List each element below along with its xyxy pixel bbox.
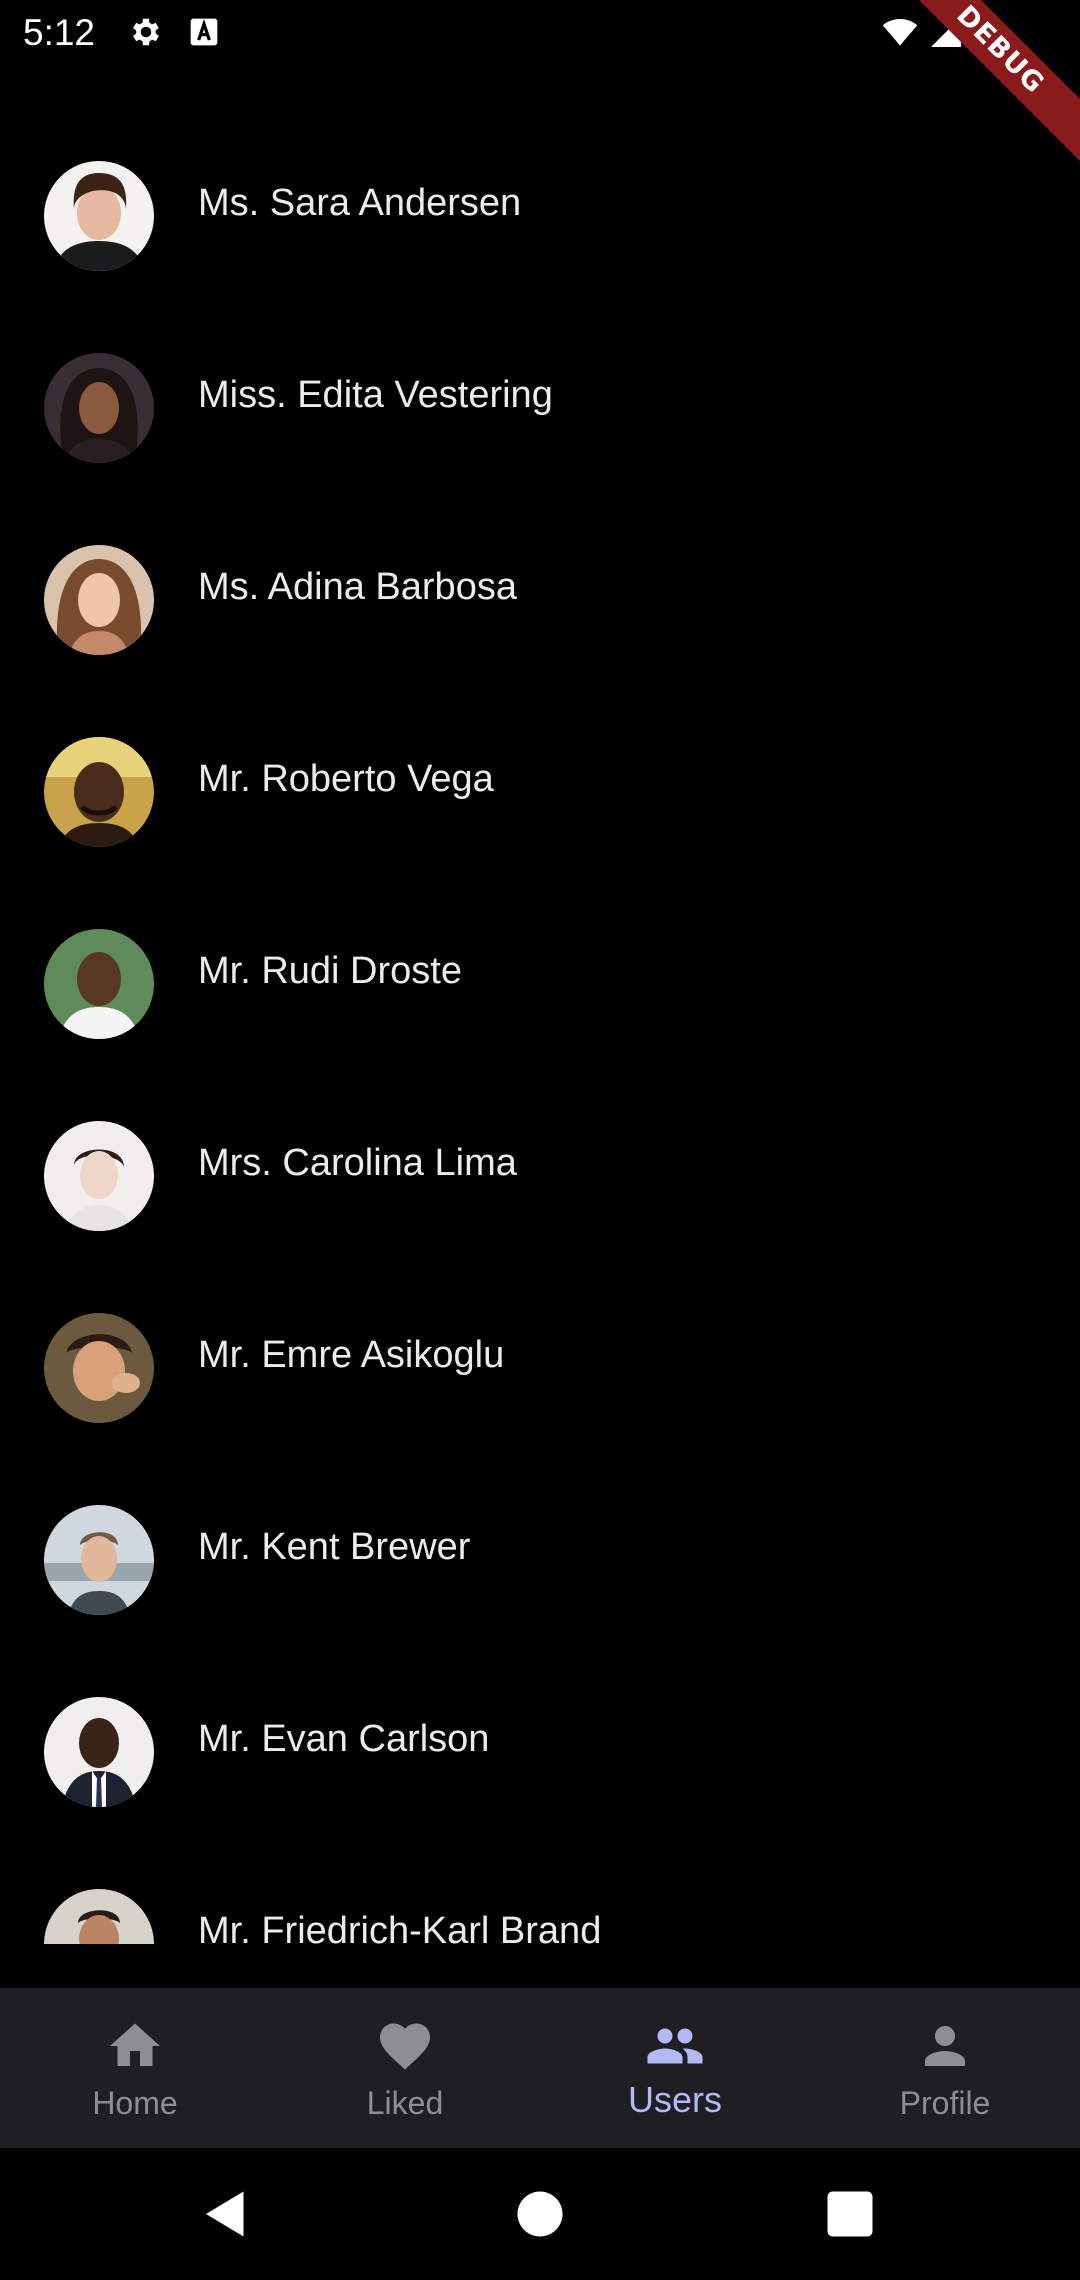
wifi-icon (880, 14, 920, 50)
user-list-item[interactable]: Mr. Rudi Droste (0, 888, 1080, 1080)
avatar (44, 545, 154, 655)
user-list-item[interactable]: Ms. Adina Barbosa (0, 504, 1080, 696)
avatar (44, 929, 154, 1039)
nav-item-home[interactable]: Home (0, 1988, 270, 2148)
user-name: Miss. Edita Vestering (198, 374, 553, 416)
system-navigation-bar (0, 2148, 1080, 2280)
avatar (44, 1313, 154, 1423)
user-name: Ms. Adina Barbosa (198, 566, 517, 608)
user-list-item[interactable]: Mr. Emre Asikoglu (0, 1272, 1080, 1464)
bottom-navigation: Home Liked Users Profile (0, 1988, 1080, 2148)
avatar (44, 353, 154, 463)
font-a-icon (188, 16, 220, 48)
user-name: Mrs. Carolina Lima (198, 1142, 517, 1184)
home-circle-icon[interactable] (510, 2184, 570, 2244)
gear-icon (128, 14, 164, 50)
user-list-item[interactable]: Miss. Edita Vestering (0, 312, 1080, 504)
user-list[interactable]: Ms. Sara Andersen Miss. Edita Vestering … (0, 66, 1080, 1944)
user-name: Mr. Roberto Vega (198, 758, 494, 800)
avatar (44, 737, 154, 847)
nav-label-home: Home (92, 2085, 178, 2121)
user-name: Mr. Kent Brewer (198, 1526, 471, 1568)
status-time: 5:12 (23, 12, 96, 53)
avatar (44, 161, 154, 271)
user-name: Ms. Sara Andersen (198, 182, 522, 224)
user-list-item[interactable]: Mr. Roberto Vega (0, 696, 1080, 888)
nav-label-profile: Profile (899, 2085, 991, 2121)
avatar (44, 1697, 154, 1807)
user-list-item[interactable]: Mr. Evan Carlson (0, 1656, 1080, 1848)
avatar (44, 1889, 154, 1944)
user-list-item[interactable]: Ms. Sara Andersen (0, 120, 1080, 312)
nav-label-users: Users (627, 2079, 722, 2120)
nav-item-users[interactable]: Users (540, 1988, 810, 2148)
avatar (44, 1505, 154, 1615)
user-list-item[interactable]: Mr. Kent Brewer (0, 1464, 1080, 1656)
back-icon[interactable] (196, 2184, 256, 2244)
person-icon (915, 2016, 975, 2076)
status-bar: 5:12 (0, 0, 1080, 66)
user-name: Mr. Friedrich-Karl Brand (198, 1910, 602, 1944)
user-name: Mr. Emre Asikoglu (198, 1334, 505, 1376)
recents-square-icon[interactable] (820, 2184, 880, 2244)
avatar (44, 1121, 154, 1231)
user-name: Mr. Rudi Droste (198, 950, 462, 992)
nav-item-profile[interactable]: Profile (810, 1988, 1080, 2148)
nav-item-liked[interactable]: Liked (270, 1988, 540, 2148)
heart-icon (375, 2016, 435, 2076)
nav-label-liked: Liked (366, 2085, 444, 2121)
home-icon (105, 2016, 165, 2076)
user-name: Mr. Evan Carlson (198, 1718, 490, 1760)
users-icon (645, 2016, 705, 2076)
user-list-item[interactable]: Mr. Friedrich-Karl Brand (0, 1848, 1080, 1944)
user-list-item[interactable]: Mrs. Carolina Lima (0, 1080, 1080, 1272)
